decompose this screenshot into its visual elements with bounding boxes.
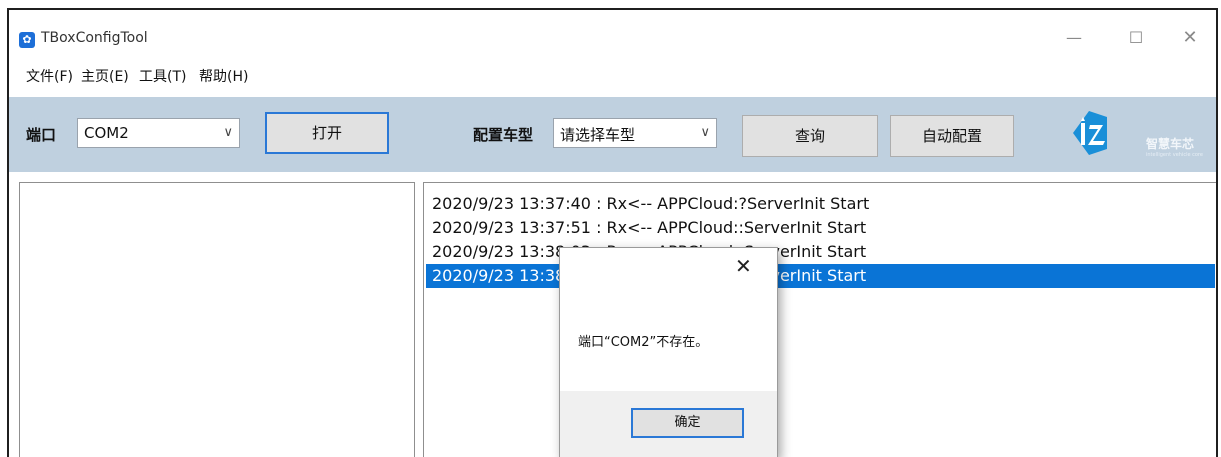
menu-help[interactable]: 帮助(H) — [199, 66, 248, 86]
port-label: 端口 — [26, 126, 57, 144]
app-window: ✿ TBoxConfigTool — ☐ ✕ 文件(F) 主页(E) 工具(T)… — [7, 8, 1218, 457]
auto-config-button[interactable]: 自动配置 — [890, 115, 1014, 157]
port-select[interactable]: COM2 ∨ — [77, 118, 240, 148]
chevron-down-icon[interactable]: ∨ — [700, 125, 710, 140]
title-bar: ✿ TBoxConfigTool — ☐ ✕ — [9, 10, 1216, 60]
logo-subtext: intelligent vehicle core — [1146, 152, 1203, 158]
device-panel[interactable] — [19, 182, 415, 457]
log-line[interactable]: 2020/9/23 13:38:14 : Rx<-- APPCloud::Ser… — [426, 264, 1215, 288]
minimize-button[interactable]: — — [1059, 26, 1089, 50]
open-button[interactable]: 打开 — [265, 112, 389, 154]
window-title: TBoxConfigTool — [41, 30, 148, 46]
toolbar: 端口 COM2 ∨ 打开 配置车型 请选择车型 ∨ 查询 自动配置 智慧车芯 i… — [9, 97, 1216, 172]
log-list[interactable]: 2020/9/23 13:37:40 : Rx<-- APPCloud:?Ser… — [423, 182, 1216, 457]
ok-button[interactable]: 确定 — [631, 408, 744, 438]
menu-tools[interactable]: 工具(T) — [139, 66, 186, 86]
vehicle-label: 配置车型 — [473, 126, 534, 144]
port-select-value: COM2 — [84, 124, 129, 142]
dialog-footer: 确定 — [560, 391, 777, 457]
chevron-down-icon[interactable]: ∨ — [223, 125, 233, 140]
vehicle-select-value: 请选择车型 — [560, 126, 636, 144]
dialog-close-button[interactable]: ✕ — [735, 254, 752, 278]
log-line[interactable]: 2020/9/23 13:38:03 : Rx<-- APPCloud::Ser… — [426, 240, 1215, 264]
maximize-button[interactable]: ☐ — [1121, 26, 1151, 50]
close-button[interactable]: ✕ — [1175, 26, 1205, 50]
dialog-message: 端口“COM2”不存在。 — [578, 335, 709, 350]
error-dialog: ✕ 端口“COM2”不存在。 确定 — [559, 247, 778, 457]
menu-bar: 文件(F) 主页(E) 工具(T) 帮助(H) — [9, 60, 1216, 98]
log-line[interactable]: 2020/9/23 13:37:51 : Rx<-- APPCloud::Ser… — [426, 216, 1215, 240]
log-line[interactable]: 2020/9/23 13:37:40 : Rx<-- APPCloud:?Ser… — [426, 192, 1215, 216]
query-button[interactable]: 查询 — [742, 115, 878, 157]
menu-file[interactable]: 文件(F) — [26, 66, 73, 86]
logo-text: 智慧车芯 — [1146, 137, 1195, 151]
gear-icon: ✿ — [19, 32, 35, 48]
vehicle-select[interactable]: 请选择车型 ∨ — [553, 118, 717, 148]
menu-home[interactable]: 主页(E) — [81, 66, 129, 86]
